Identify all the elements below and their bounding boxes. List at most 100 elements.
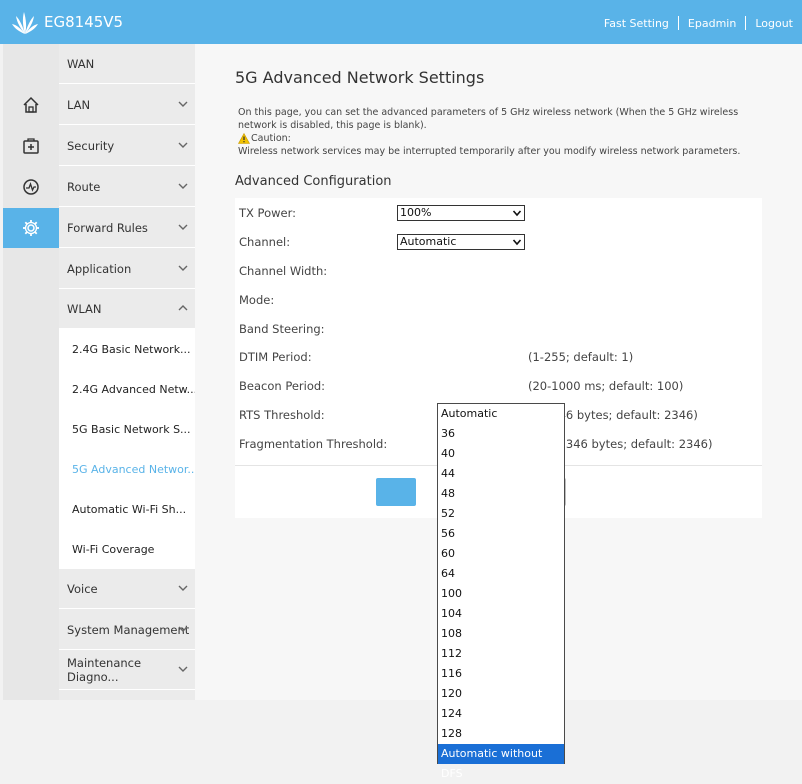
chevron-down-icon: [178, 101, 188, 107]
channel-option[interactable]: 104: [438, 604, 564, 624]
menu-label: WAN: [67, 56, 95, 71]
submenu-item-wifi-coverage[interactable]: Wi-Fi Coverage: [59, 529, 195, 569]
menu-item-security[interactable]: Security: [59, 126, 195, 166]
chevron-down-icon: [178, 666, 188, 672]
menu-item-lan[interactable]: LAN: [59, 85, 195, 125]
dtim-label: DTIM Period:: [239, 350, 312, 364]
home-icon: [23, 96, 39, 113]
submenu-item-5g-advanced[interactable]: 5G Advanced Networ...: [59, 449, 195, 489]
channel-option[interactable]: 40: [438, 444, 564, 464]
warning-icon: [238, 133, 250, 144]
menu-label: Route: [67, 179, 101, 194]
chevron-down-icon: [178, 224, 188, 230]
beacon-hint: (20-1000 ms; default: 100): [528, 379, 684, 393]
submenu-label: 5G Advanced Networ...: [72, 462, 195, 476]
chevron-down-icon: [178, 265, 188, 271]
channel-option[interactable]: 112: [438, 644, 564, 664]
config-panel: TX Power: 100% Channel: Automatic Channe…: [235, 198, 762, 780]
channel-option[interactable]: 36: [438, 424, 564, 444]
submenu-item-5g-basic[interactable]: 5G Basic Network S...: [59, 409, 195, 449]
menu-item-forward-rules[interactable]: Forward Rules: [59, 208, 195, 248]
gear-icon: [23, 220, 39, 236]
menu-label: LAN: [67, 97, 91, 112]
top-bar: EG8145V5 Fast Setting Epadmin Logout: [0, 0, 802, 44]
band-steering-label: Band Steering:: [239, 322, 325, 336]
page-title: 5G Advanced Network Settings: [235, 68, 485, 87]
rail-advanced[interactable]: [3, 126, 59, 166]
channel-option[interactable]: 116: [438, 664, 564, 684]
channel-option[interactable]: 120: [438, 684, 564, 704]
logo: EG8145V5: [10, 9, 123, 35]
menu-label: System Management: [67, 622, 190, 637]
channel-select[interactable]: Automatic: [397, 234, 525, 250]
dtim-hint: (1-255; default: 1): [528, 350, 634, 364]
caution-text: Wireless network services may be interru…: [238, 146, 741, 157]
description-text: On this page, you can set the advanced p…: [238, 107, 739, 131]
channel-option[interactable]: 64: [438, 564, 564, 584]
frag-label: Fragmentation Threshold:: [239, 437, 388, 451]
beacon-label: Beacon Period:: [239, 379, 326, 393]
channel-dropdown-list[interactable]: Automatic 36 40 44 48 52 56 60 64 100 10…: [437, 403, 565, 780]
menu-item-system-management[interactable]: System Management: [59, 610, 195, 650]
device-name: EG8145V5: [44, 13, 124, 31]
channel-option[interactable]: 48: [438, 484, 564, 504]
mode-label: Mode:: [239, 293, 275, 307]
menu-item-route[interactable]: Route: [59, 167, 195, 207]
channel-option[interactable]: 52: [438, 504, 564, 524]
tx-power-value: 100%: [400, 206, 432, 219]
main-content: 5G Advanced Network Settings On this pag…: [195, 44, 802, 780]
menu-label: Application: [67, 261, 132, 276]
submenu-item-24g-advanced[interactable]: 2.4G Advanced Netw...: [59, 369, 195, 409]
gauge-icon: [23, 179, 39, 195]
page-description: On this page, you can set the advanced p…: [238, 106, 778, 158]
logout-link[interactable]: Logout: [755, 17, 793, 30]
submenu-label: Automatic Wi-Fi Sh...: [72, 502, 187, 516]
channel-option[interactable]: 108: [438, 624, 564, 644]
menu-item-maintenance[interactable]: Maintenance Diagno...: [59, 650, 195, 690]
submenu-label: 5G Basic Network S...: [72, 422, 191, 436]
section-title: Advanced Configuration: [235, 174, 392, 189]
tx-power-label: TX Power:: [239, 206, 297, 220]
chevron-down-icon: [512, 239, 522, 246]
menu-item-application[interactable]: Application: [59, 249, 195, 289]
channel-option[interactable]: 60: [438, 544, 564, 564]
channel-option-highlighted[interactable]: Automatic without DFS: [438, 744, 564, 780]
chevron-down-icon: [178, 142, 188, 148]
tx-power-select[interactable]: 100%: [397, 205, 525, 221]
menu-label: Forward Rules: [67, 220, 148, 235]
menu-item-wlan[interactable]: WLAN: [59, 289, 195, 329]
menu-label: WLAN: [67, 301, 102, 316]
plus-box-icon: [23, 138, 39, 154]
apply-button[interactable]: [376, 478, 416, 506]
channel-option[interactable]: 56: [438, 524, 564, 544]
channel-option[interactable]: Automatic: [438, 404, 564, 424]
caution-line: Caution:: [238, 132, 778, 145]
caution-label: Caution:: [251, 133, 291, 144]
menu-item-voice[interactable]: Voice: [59, 569, 195, 609]
channel-option[interactable]: 124: [438, 704, 564, 724]
channel-option[interactable]: 44: [438, 464, 564, 484]
chevron-down-icon: [178, 183, 188, 189]
chevron-up-icon: [178, 305, 188, 311]
sidebar-menu: WAN LAN Security Route Forward Rules App…: [59, 44, 195, 700]
rail-status[interactable]: [3, 167, 59, 207]
chevron-down-icon: [512, 210, 522, 217]
divider: [677, 16, 679, 30]
channel-option[interactable]: 128: [438, 724, 564, 744]
channel-width-label: Channel Width:: [239, 264, 328, 278]
submenu-item-auto-wifi-share[interactable]: Automatic Wi-Fi Sh...: [59, 489, 195, 529]
rail-home[interactable]: [3, 85, 59, 125]
top-links: Fast Setting Epadmin Logout: [604, 16, 793, 30]
fast-setting-link[interactable]: Fast Setting: [604, 17, 669, 30]
submenu-item-24g-basic[interactable]: 2.4G Basic Network...: [59, 329, 195, 369]
huawei-logo-icon: [12, 12, 38, 34]
icon-rail: [3, 44, 67, 700]
chevron-down-icon: [178, 626, 188, 632]
menu-item-wan[interactable]: WAN: [59, 44, 195, 84]
rail-settings[interactable]: [3, 208, 67, 248]
submenu-label: 2.4G Basic Network...: [72, 342, 191, 356]
user-link[interactable]: Epadmin: [688, 17, 736, 30]
rts-label: RTS Threshold:: [239, 408, 325, 422]
menu-label: Security: [67, 138, 115, 153]
channel-option[interactable]: 100: [438, 584, 564, 604]
